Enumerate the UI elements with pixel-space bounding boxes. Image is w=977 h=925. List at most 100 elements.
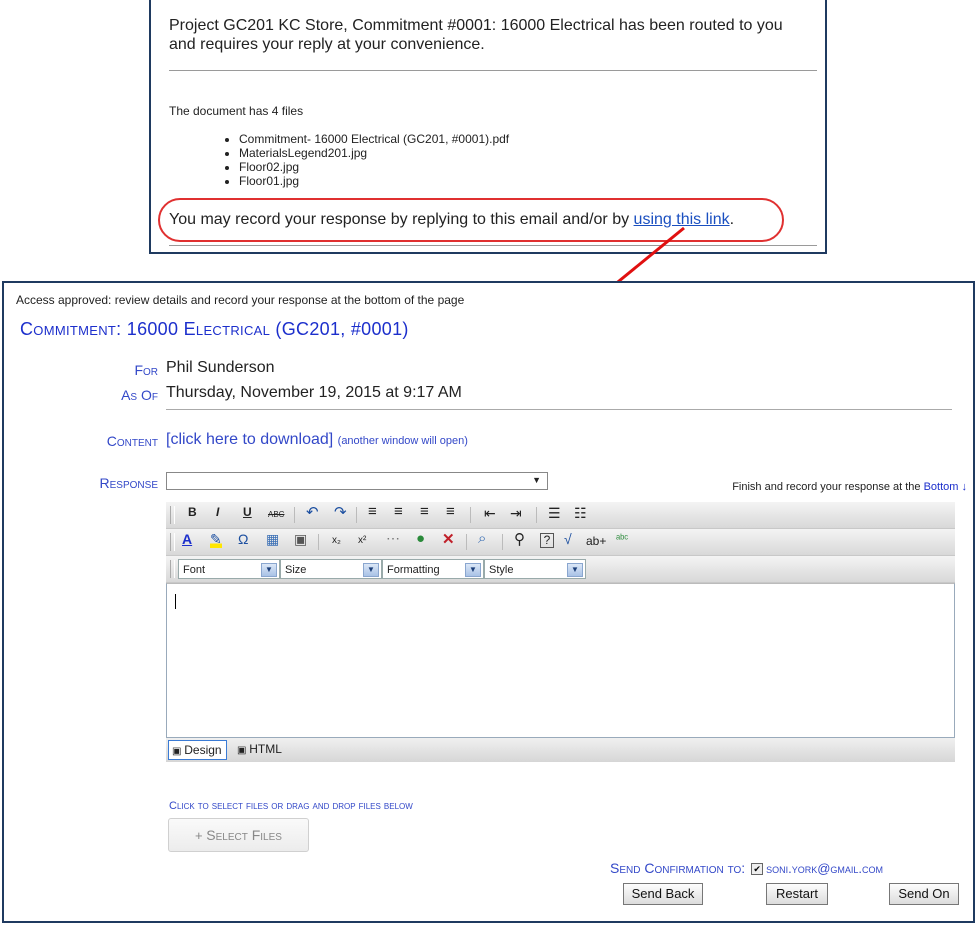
autocorrect-icon[interactable]: ab+ (586, 534, 606, 548)
remove-link-icon[interactable]: ✕ (442, 530, 455, 548)
bold-icon[interactable]: B (188, 505, 197, 519)
asof-label: As Of (121, 387, 158, 403)
symbol-icon[interactable]: Ω (238, 531, 248, 547)
toolbar-separator (466, 534, 467, 550)
email-message-line2: and requires your reply at your convenie… (169, 36, 485, 53)
editor-mode-bar: ▣ Design ▣ HTML (166, 738, 955, 762)
style-dropdown[interactable]: Style ▼ (484, 559, 586, 579)
chevron-down-icon: ▼ (465, 563, 481, 577)
align-center-icon[interactable]: ≡ (394, 503, 403, 520)
rich-text-editor: B I U ABC ↶ ↷ ≡ ≡ ≡ ≡ ⇤ ⇥ ☰ ☷ A ✎ Ω ▦ ▣ (166, 502, 955, 762)
select-files-label: Select Files (206, 827, 282, 843)
toolbar-grip (170, 533, 175, 551)
upload-hint: Click to select files or drag and drop f… (169, 800, 413, 812)
download-link-text[interactable]: [click here to download] (166, 431, 333, 448)
file-list: Commitment- 16000 Electrical (GC201, #00… (221, 132, 509, 188)
highlight-icon[interactable]: ✎ (210, 531, 222, 548)
toolbar-separator (502, 534, 503, 550)
response-select[interactable]: ▼ (166, 472, 548, 490)
file-item: MaterialsLegend201.jpg (239, 146, 509, 160)
design-icon: ▣ (172, 746, 185, 757)
toolbar-separator (536, 507, 537, 523)
chevron-down-icon: ▼ (261, 563, 277, 577)
design-mode-tab[interactable]: ▣ Design (168, 740, 227, 760)
download-note: (another window will open) (337, 435, 468, 447)
file-item: Floor01.jpg (239, 174, 509, 188)
html-mode-tab[interactable]: ▣ HTML (234, 740, 286, 758)
redo-icon[interactable]: ↷ (334, 503, 347, 521)
confirmation-checkbox[interactable]: ✔ (751, 863, 764, 876)
spellcheck-icon[interactable]: ᵃᵇᶜ (616, 533, 628, 545)
send-back-button[interactable]: Send Back (623, 883, 703, 905)
toolbar-separator (318, 534, 319, 550)
insert-table-icon[interactable]: ▦ (266, 531, 279, 548)
toolbar-separator (294, 507, 295, 523)
toolbar-row-dropdowns: Font ▼ Size ▼ Formatting ▼ Style ▼ (166, 556, 955, 583)
divider (169, 70, 817, 71)
undo-icon[interactable]: ↶ (306, 503, 319, 521)
response-label: Response (99, 475, 158, 491)
help-icon[interactable]: ? (540, 533, 554, 548)
file-count: The document has 4 files (169, 104, 304, 118)
html-mode-label: HTML (249, 742, 282, 756)
style-dropdown-label: Style (489, 564, 514, 576)
finish-note-text: Finish and record your response at the (732, 481, 924, 493)
toolbar-row-insert: A ✎ Ω ▦ ▣ x₂ x² ⋯ ● ✕ ⌕ ⚲ ? √ ab+ ᵃᵇᶜ (166, 529, 955, 556)
size-dropdown-label: Size (285, 564, 307, 576)
html-icon: ▣ (237, 745, 250, 756)
strikethrough-icon[interactable]: ABC (268, 510, 284, 519)
send-confirmation: Send Confirmation to: ✔ soni.york@gmail.c… (610, 860, 883, 876)
align-justify-icon[interactable]: ≡ (446, 503, 455, 520)
outdent-icon[interactable]: ⇤ (484, 505, 496, 522)
formatting-dropdown[interactable]: Formatting ▼ (382, 559, 484, 579)
select-files-button[interactable]: + Select Files (168, 818, 309, 852)
file-item: Commitment- 16000 Electrical (GC201, #00… (239, 132, 509, 146)
access-note: Access approved: review details and reco… (16, 293, 465, 307)
italic-icon[interactable]: I (216, 505, 219, 519)
toolbar-separator (470, 507, 471, 523)
horizontal-rule-icon[interactable]: ⋯ (386, 530, 400, 547)
send-confirmation-label: Send Confirmation to: (610, 860, 746, 876)
insert-link-icon[interactable]: ● (416, 530, 425, 547)
editor-content-area[interactable] (166, 583, 955, 738)
align-right-icon[interactable]: ≡ (420, 503, 429, 520)
toolbar-separator (356, 507, 357, 523)
download-link[interactable]: [click here to download] (another window… (166, 431, 468, 449)
email-message-line1: Project GC201 KC Store, Commitment #0001… (169, 17, 783, 34)
numbered-list-icon[interactable]: ☷ (574, 505, 587, 522)
text-caret (175, 594, 176, 609)
bullet-list-icon[interactable]: ☰ (548, 505, 561, 522)
font-dropdown[interactable]: Font ▼ (178, 559, 280, 579)
file-item: Floor02.jpg (239, 160, 509, 174)
table-properties-icon[interactable]: ▣ (294, 531, 307, 548)
subscript-icon[interactable]: x₂ (332, 535, 341, 546)
size-dropdown[interactable]: Size ▼ (280, 559, 382, 579)
confirmation-email: soni.york@gmail.com (766, 861, 884, 876)
superscript-icon[interactable]: x² (358, 535, 366, 546)
font-dropdown-label: Font (183, 564, 206, 576)
design-mode-label: Design (184, 743, 222, 757)
indent-icon[interactable]: ⇥ (510, 505, 522, 522)
underline-icon[interactable]: U (243, 505, 252, 519)
toolbar-row-formatting: B I U ABC ↶ ↷ ≡ ≡ ≡ ≡ ⇤ ⇥ ☰ ☷ (166, 502, 955, 529)
restart-button[interactable]: Restart (766, 883, 828, 905)
preview-icon[interactable]: ⌕ (478, 530, 486, 547)
formatting-dropdown-label: Formatting (387, 564, 440, 576)
dropdown-arrow-icon: ▼ (532, 475, 541, 485)
send-on-button[interactable]: Send On (889, 883, 959, 905)
response-form-panel: Access approved: review details and reco… (2, 281, 975, 923)
divider (169, 245, 817, 246)
align-left-icon[interactable]: ≡ (368, 503, 377, 520)
page-title: Commitment: 16000 Electrical (GC201, #00… (20, 319, 409, 339)
check-icon[interactable]: √ (564, 531, 572, 547)
email-message: Project GC201 KC Store, Commitment #0001… (169, 16, 809, 54)
toolbar-grip (170, 506, 175, 524)
plus-icon: + (195, 828, 207, 843)
bottom-link[interactable]: Bottom ↓ (924, 481, 967, 493)
finish-note: Finish and record your response at the B… (732, 481, 967, 493)
asof-value: Thursday, November 19, 2015 at 9:17 AM (166, 384, 462, 401)
divider (166, 409, 952, 410)
find-icon[interactable]: ⚲ (514, 530, 525, 548)
chevron-down-icon: ▼ (363, 563, 379, 577)
font-color-icon[interactable]: A (182, 531, 192, 547)
